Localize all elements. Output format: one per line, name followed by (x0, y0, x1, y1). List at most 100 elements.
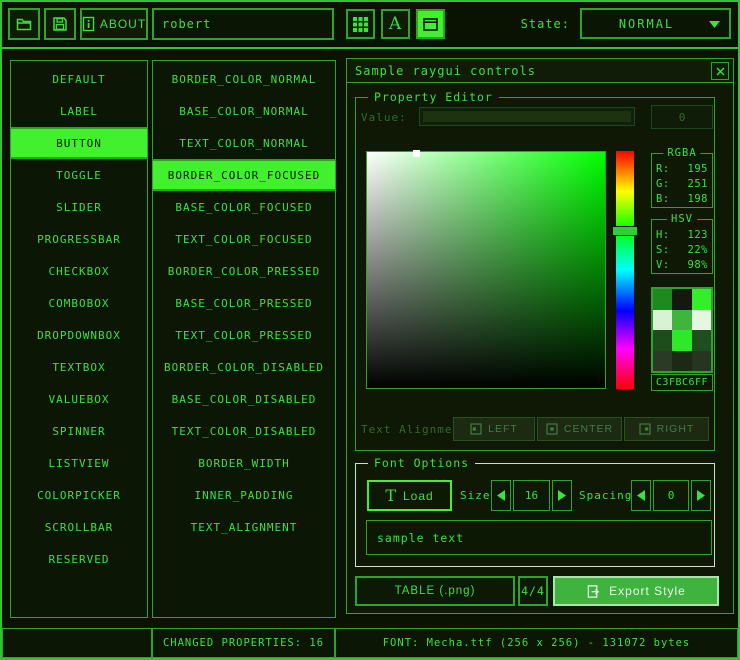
palette-cell[interactable] (672, 351, 691, 372)
style-name-input[interactable] (152, 8, 334, 40)
list-item[interactable]: TOGGLE (11, 159, 147, 191)
list-item[interactable]: PROGRESSBAR (11, 223, 147, 255)
align-left-button[interactable]: LEFT (453, 417, 535, 441)
align-right-icon (639, 423, 651, 435)
folder-open-icon (15, 15, 33, 33)
list-item[interactable]: BORDER_COLOR_FOCUSED (153, 159, 335, 191)
rgba-group: RGBA R: 195 G: 251 B: 198 (651, 153, 713, 208)
list-item[interactable]: BORDER_WIDTH (153, 447, 335, 479)
value-box[interactable]: 0 (651, 105, 713, 129)
open-file-button[interactable] (8, 8, 40, 40)
list-item[interactable]: RESERVED (11, 543, 147, 575)
list-item[interactable]: TEXT_COLOR_NORMAL (153, 127, 335, 159)
palette-cell[interactable] (692, 330, 711, 351)
list-item[interactable]: SCROLLBAR (11, 511, 147, 543)
export-style-label: Export Style (609, 584, 686, 598)
list-item[interactable]: BASE_COLOR_PRESSED (153, 287, 335, 319)
grid-icon (353, 17, 368, 32)
text-alignment-label: Text Alignment (361, 417, 468, 441)
state-dropdown[interactable]: NORMAL (580, 8, 731, 39)
align-right-button[interactable]: RIGHT (624, 417, 709, 441)
list-item[interactable]: LABEL (11, 95, 147, 127)
r-label: R: (656, 163, 670, 175)
controls-list: DEFAULTLABELBUTTONTOGGLESLIDERPROGRESSBA… (10, 60, 148, 618)
list-item[interactable]: LISTVIEW (11, 447, 147, 479)
property-editor-group-title: Property Editor (368, 90, 499, 104)
font-load-label: Load (403, 489, 434, 503)
list-item[interactable]: TEXT_COLOR_FOCUSED (153, 223, 335, 255)
list-item[interactable]: TEXT_COLOR_PRESSED (153, 319, 335, 351)
list-item[interactable]: DROPDOWNBOX (11, 319, 147, 351)
state-dropdown-value: NORMAL (619, 17, 692, 31)
list-item[interactable]: BORDER_COLOR_DISABLED (153, 351, 335, 383)
list-item[interactable]: SPINNER (11, 415, 147, 447)
palette-cell[interactable] (692, 289, 711, 310)
align-right-label: RIGHT (657, 423, 695, 435)
list-item[interactable]: COLORPICKER (11, 479, 147, 511)
list-item[interactable]: BASE_COLOR_DISABLED (153, 383, 335, 415)
font-load-button[interactable]: T Load (367, 480, 452, 511)
arrow-right-icon (697, 490, 705, 501)
s-value: 22% (688, 244, 708, 256)
font-size-increase-button[interactable] (552, 480, 572, 511)
palette-cell[interactable] (653, 330, 672, 351)
list-item[interactable]: TEXT_COLOR_DISABLED (153, 415, 335, 447)
font-size-decrease-button[interactable] (491, 480, 511, 511)
palette-cell[interactable] (672, 310, 691, 331)
list-item[interactable]: BASE_COLOR_NORMAL (153, 95, 335, 127)
palette-cell[interactable] (672, 289, 691, 310)
hue-slider-handle[interactable] (612, 226, 638, 236)
align-left-label: LEFT (488, 423, 518, 435)
font-spacing-value-box[interactable]: 0 (653, 480, 689, 511)
chevron-down-icon (709, 21, 720, 28)
list-item[interactable]: BORDER_COLOR_NORMAL (153, 63, 335, 95)
list-item[interactable]: INNER_PADDING (153, 479, 335, 511)
font-size-value-box[interactable]: 16 (513, 480, 550, 511)
list-item[interactable]: BASE_COLOR_FOCUSED (153, 191, 335, 223)
color-picker-sv-area[interactable] (366, 151, 606, 389)
font-view-button[interactable]: A (381, 9, 410, 39)
list-item[interactable]: DEFAULT (11, 63, 147, 95)
value-slider[interactable] (419, 107, 635, 126)
v-label: V: (656, 259, 670, 271)
hex-color-box[interactable]: C3FBC6FF (651, 374, 713, 391)
style-table-view-button[interactable] (346, 9, 375, 39)
sample-controls-window: Sample raygui controls Property Editor V… (346, 58, 734, 614)
palette-cell[interactable] (692, 351, 711, 372)
list-item[interactable]: COMBOBOX (11, 287, 147, 319)
font-spacing-decrease-button[interactable] (631, 480, 651, 511)
export-style-button[interactable]: Export Style (553, 576, 719, 606)
save-file-button[interactable] (44, 8, 76, 40)
list-item[interactable]: TEXT_ALIGNMENT (153, 511, 335, 543)
palette-cell[interactable] (653, 351, 672, 372)
hsv-row-s: S: 22% (652, 242, 712, 257)
color-picker-cursor[interactable] (413, 150, 420, 157)
list-item[interactable]: VALUEBOX (11, 383, 147, 415)
palette-cell[interactable] (692, 310, 711, 331)
align-center-label: CENTER (564, 423, 613, 435)
list-item[interactable]: SLIDER (11, 191, 147, 223)
palette-cell[interactable] (653, 289, 672, 310)
list-item[interactable]: BORDER_COLOR_PRESSED (153, 255, 335, 287)
arrow-left-icon (497, 490, 505, 501)
palette-cell[interactable] (653, 310, 672, 331)
export-format-button[interactable]: TABLE (.png) (355, 576, 515, 606)
list-item[interactable]: TEXTBOX (11, 351, 147, 383)
h-value: 123 (688, 229, 708, 241)
about-button[interactable]: ABOUT (80, 8, 148, 40)
sample-text-input[interactable] (366, 520, 712, 555)
window-close-button[interactable] (711, 62, 729, 80)
align-center-button[interactable]: CENTER (537, 417, 622, 441)
window-titlebar[interactable]: Sample raygui controls (347, 59, 733, 83)
hue-bar[interactable] (616, 151, 634, 389)
palette-cell[interactable] (672, 330, 691, 351)
hsv-group-title: HSV (667, 213, 697, 225)
style-color-palette (651, 287, 713, 373)
list-item[interactable]: BUTTON (11, 127, 147, 159)
rgba-row-r: R: 195 (652, 161, 712, 176)
g-label: G: (656, 178, 670, 190)
toolbar-divider (0, 47, 740, 49)
controls-preview-button[interactable] (416, 9, 445, 39)
font-spacing-increase-button[interactable] (691, 480, 711, 511)
list-item[interactable]: CHECKBOX (11, 255, 147, 287)
